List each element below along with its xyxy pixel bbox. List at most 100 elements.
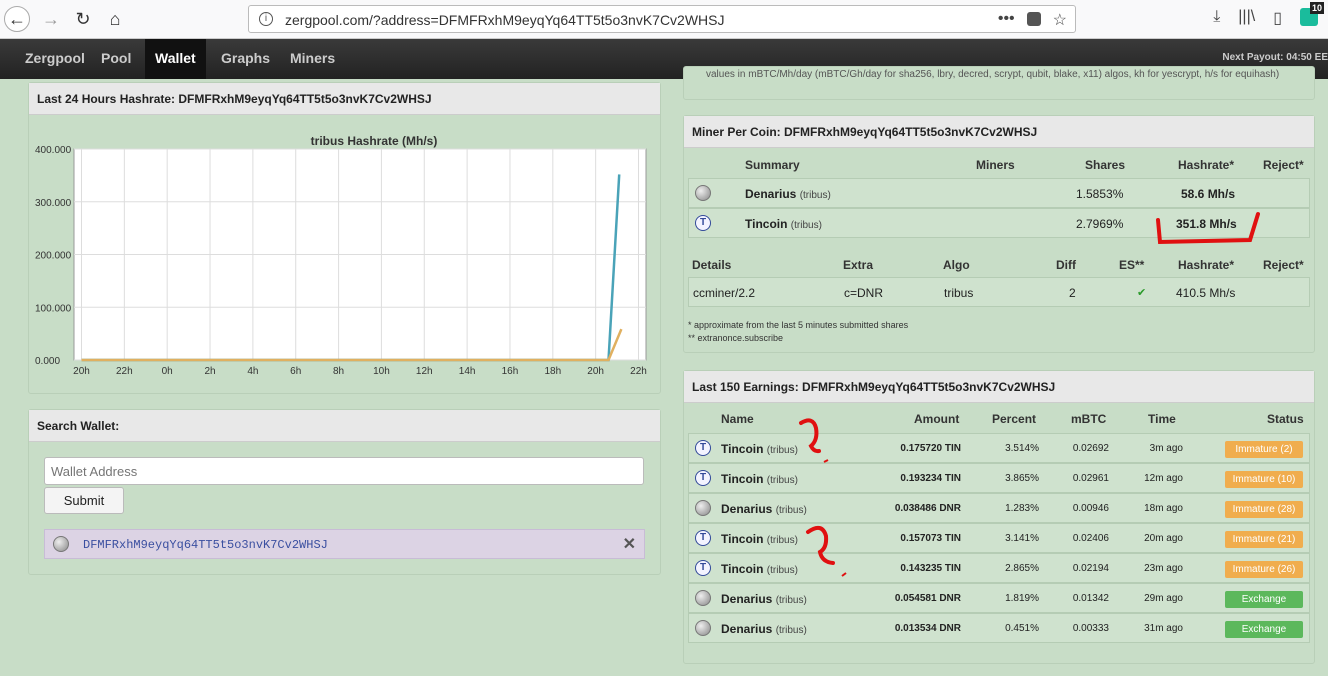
- status-badge[interactable]: Immature (10): [1225, 471, 1303, 488]
- coin-name: Tincoin: [721, 562, 764, 576]
- miner-software: ccminer/2.2: [693, 286, 756, 300]
- extension-icon[interactable]: 10: [1300, 2, 1324, 26]
- nav-pool[interactable]: Pool: [101, 39, 131, 79]
- browser-toolbar: ← → ↻ ⌂ i zergpool.com/?address=DFMFRxhM…: [0, 0, 1328, 39]
- col-status: Status: [1267, 412, 1304, 426]
- back-arrow-icon[interactable]: ←: [4, 6, 30, 32]
- search-wallet-panel: Search Wallet: Submit DFMFRxhM9eyqYq64TT…: [28, 409, 661, 575]
- col-summary: Summary: [745, 158, 800, 172]
- download-icon[interactable]: ⤓: [1213, 8, 1220, 28]
- col-miners: Miners: [976, 158, 1015, 172]
- page-actions-icon[interactable]: •••: [998, 10, 1015, 30]
- denarius-coin-icon: [695, 185, 711, 201]
- col-details-reject: Reject*: [1263, 258, 1304, 272]
- url-text: zergpool.com/?address=DFMFRxhM9eyqYq64TT…: [285, 12, 725, 28]
- summary-coin-name: Tincoin (tribus): [745, 209, 822, 239]
- earning-percent: 1.819%: [1005, 593, 1039, 604]
- denarius-coin-icon: [695, 590, 711, 606]
- nav-zergpool[interactable]: Zergpool: [25, 39, 85, 79]
- coin-icon: [53, 536, 69, 552]
- saved-wallet-address[interactable]: DFMFRxhM9eyqYq64TT5t5o3nvK7Cv2WHSJ: [83, 538, 328, 552]
- x-tick-label: 22h: [630, 366, 647, 377]
- earning-coin: Tincoin (tribus): [721, 464, 798, 494]
- bookmark-star-icon[interactable]: ☆: [1053, 10, 1067, 30]
- coin-algo: (tribus): [775, 625, 807, 636]
- coin-name: Denarius: [721, 622, 773, 636]
- earning-amount: 0.143235 TIN: [900, 563, 961, 574]
- coin-name: Tincoin: [721, 442, 764, 456]
- col-details-hashrate: Hashrate*: [1178, 258, 1235, 272]
- coin-algo: (tribus): [775, 595, 807, 606]
- nav-wallet[interactable]: Wallet: [145, 39, 206, 79]
- sidebar-icon[interactable]: ▯: [1273, 8, 1282, 28]
- status-badge[interactable]: Immature (26): [1225, 561, 1303, 578]
- status-badge[interactable]: Exchange: [1225, 591, 1303, 608]
- library-icon[interactable]: |||\: [1238, 8, 1255, 28]
- footnote-approx: * approximate from the last 5 minutes su…: [688, 320, 909, 330]
- hashrate-value: 58.6 Mh/s: [1181, 187, 1236, 201]
- coin-algo: (tribus): [766, 475, 798, 486]
- summary-coin-name: Denarius (tribus): [745, 179, 831, 209]
- earning-percent: 0.451%: [1005, 623, 1039, 634]
- earnings-header: Name Amount Percent mBTC Time Status: [688, 404, 1310, 434]
- earnings-row: Denarius (tribus) 0.013534 DNR 0.451% 0.003…: [688, 613, 1310, 643]
- nav-graphs[interactable]: Graphs: [221, 39, 270, 79]
- remove-wallet-icon[interactable]: ✕: [623, 534, 636, 554]
- y-tick-label: 400.000: [35, 145, 72, 156]
- coin-name: Tincoin: [721, 532, 764, 546]
- tincoin-coin-icon: T: [695, 470, 711, 486]
- status-badge[interactable]: Exchange: [1225, 621, 1303, 638]
- earning-time: 12m ago: [1144, 473, 1183, 484]
- shares-value: 1.5853%: [1076, 187, 1124, 201]
- earning-amount: 0.038486 DNR: [894, 503, 961, 514]
- saved-wallet-row[interactable]: DFMFRxhM9eyqYq64TT5t5o3nvK7Cv2WHSJ ✕: [44, 529, 645, 559]
- reload-icon[interactable]: ↻: [70, 6, 96, 32]
- earning-time: 18m ago: [1144, 503, 1183, 514]
- status-badge[interactable]: Immature (21): [1225, 531, 1303, 548]
- wallet-address-input[interactable]: [44, 457, 644, 485]
- url-bar[interactable]: i zergpool.com/?address=DFMFRxhM9eyqYq64…: [248, 5, 1076, 33]
- algo-info-text: values in mBTC/Mh/day (mBTC/Gh/day for s…: [706, 69, 1280, 80]
- status-badge[interactable]: Immature (28): [1225, 501, 1303, 518]
- col-time: Time: [1148, 412, 1176, 426]
- earnings-row: T Tincoin (tribus) 0.175720 TIN 3.514% 0.026…: [688, 433, 1310, 463]
- earning-coin: Denarius (tribus): [721, 494, 807, 524]
- coin-algo: (tribus): [790, 220, 822, 231]
- x-axis: 20h 22h 0h 2h 4h 6h 8h 10h 12h 14h 16h 18h 20h 22h: [73, 366, 647, 377]
- col-algo: Algo: [943, 258, 970, 272]
- x-tick-label: 22h: [116, 366, 133, 377]
- earning-percent: 2.865%: [1005, 563, 1039, 574]
- status-badge[interactable]: Immature (2): [1225, 441, 1303, 458]
- earning-time: 29m ago: [1144, 593, 1183, 604]
- earning-mbtc: 0.00946: [1072, 503, 1109, 514]
- col-amount: Amount: [914, 412, 960, 426]
- home-icon[interactable]: ⌂: [102, 6, 128, 32]
- summary-row: Denarius (tribus) 1.5853% 58.6 Mh/s: [688, 178, 1310, 208]
- col-mbtc: mBTC: [1071, 412, 1107, 426]
- forward-arrow-icon[interactable]: →: [38, 6, 64, 32]
- x-tick-label: 6h: [290, 366, 301, 377]
- x-tick-label: 0h: [162, 366, 173, 377]
- tincoin-coin-icon: T: [695, 215, 711, 231]
- x-tick-label: 14h: [459, 366, 476, 377]
- site-info-icon[interactable]: i: [259, 12, 273, 26]
- hashrate-panel: Last 24 Hours Hashrate: DFMFRxhM9eyqYq64…: [28, 82, 661, 394]
- earning-mbtc: 0.02194: [1072, 563, 1109, 574]
- submit-button[interactable]: Submit: [44, 487, 124, 514]
- pocket-icon[interactable]: [1026, 12, 1041, 26]
- x-tick-label: 20h: [587, 366, 604, 377]
- earning-percent: 3.514%: [1005, 443, 1039, 454]
- col-shares: Shares: [1085, 158, 1126, 172]
- chart-title: tribus Hashrate (Mh/s): [311, 134, 438, 148]
- earnings-panel: Last 150 Earnings: DFMFRxhM9eyqYq64TT5t5…: [683, 370, 1315, 664]
- next-payout: Next Payout: 04:50 EE: [1222, 52, 1328, 63]
- earning-percent: 3.865%: [1005, 473, 1039, 484]
- y-tick-label: 0.000: [35, 356, 60, 367]
- algo-info-panel: values in mBTC/Mh/day (mBTC/Gh/day for s…: [683, 66, 1315, 100]
- nav-miners[interactable]: Miners: [290, 39, 335, 79]
- details-header: Details Extra Algo Diff ES** Hashrate* R…: [688, 250, 1310, 280]
- earning-amount: 0.013534 DNR: [894, 623, 961, 634]
- earning-coin: Denarius (tribus): [721, 614, 807, 644]
- x-tick-label: 20h: [73, 366, 90, 377]
- hashrate-value: 351.8 Mh/s: [1176, 217, 1237, 231]
